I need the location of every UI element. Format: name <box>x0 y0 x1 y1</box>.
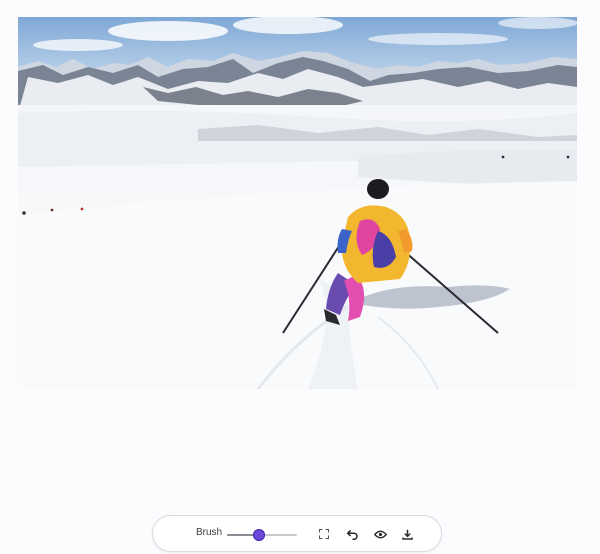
eye-icon <box>373 530 387 539</box>
slider-thumb[interactable] <box>252 529 265 541</box>
source-image[interactable] <box>18 17 577 389</box>
editor-toolbar: Brush <box>152 515 442 552</box>
preview-toggle[interactable] <box>371 525 389 543</box>
download-button[interactable] <box>398 525 416 543</box>
download-icon <box>401 529 413 540</box>
expand-button[interactable] <box>315 525 333 543</box>
brush-label: Brush <box>196 527 223 538</box>
undo-button[interactable] <box>343 525 361 543</box>
brush-size-slider[interactable] <box>227 528 297 542</box>
expand-icon <box>319 529 329 539</box>
undo-icon <box>346 529 358 540</box>
